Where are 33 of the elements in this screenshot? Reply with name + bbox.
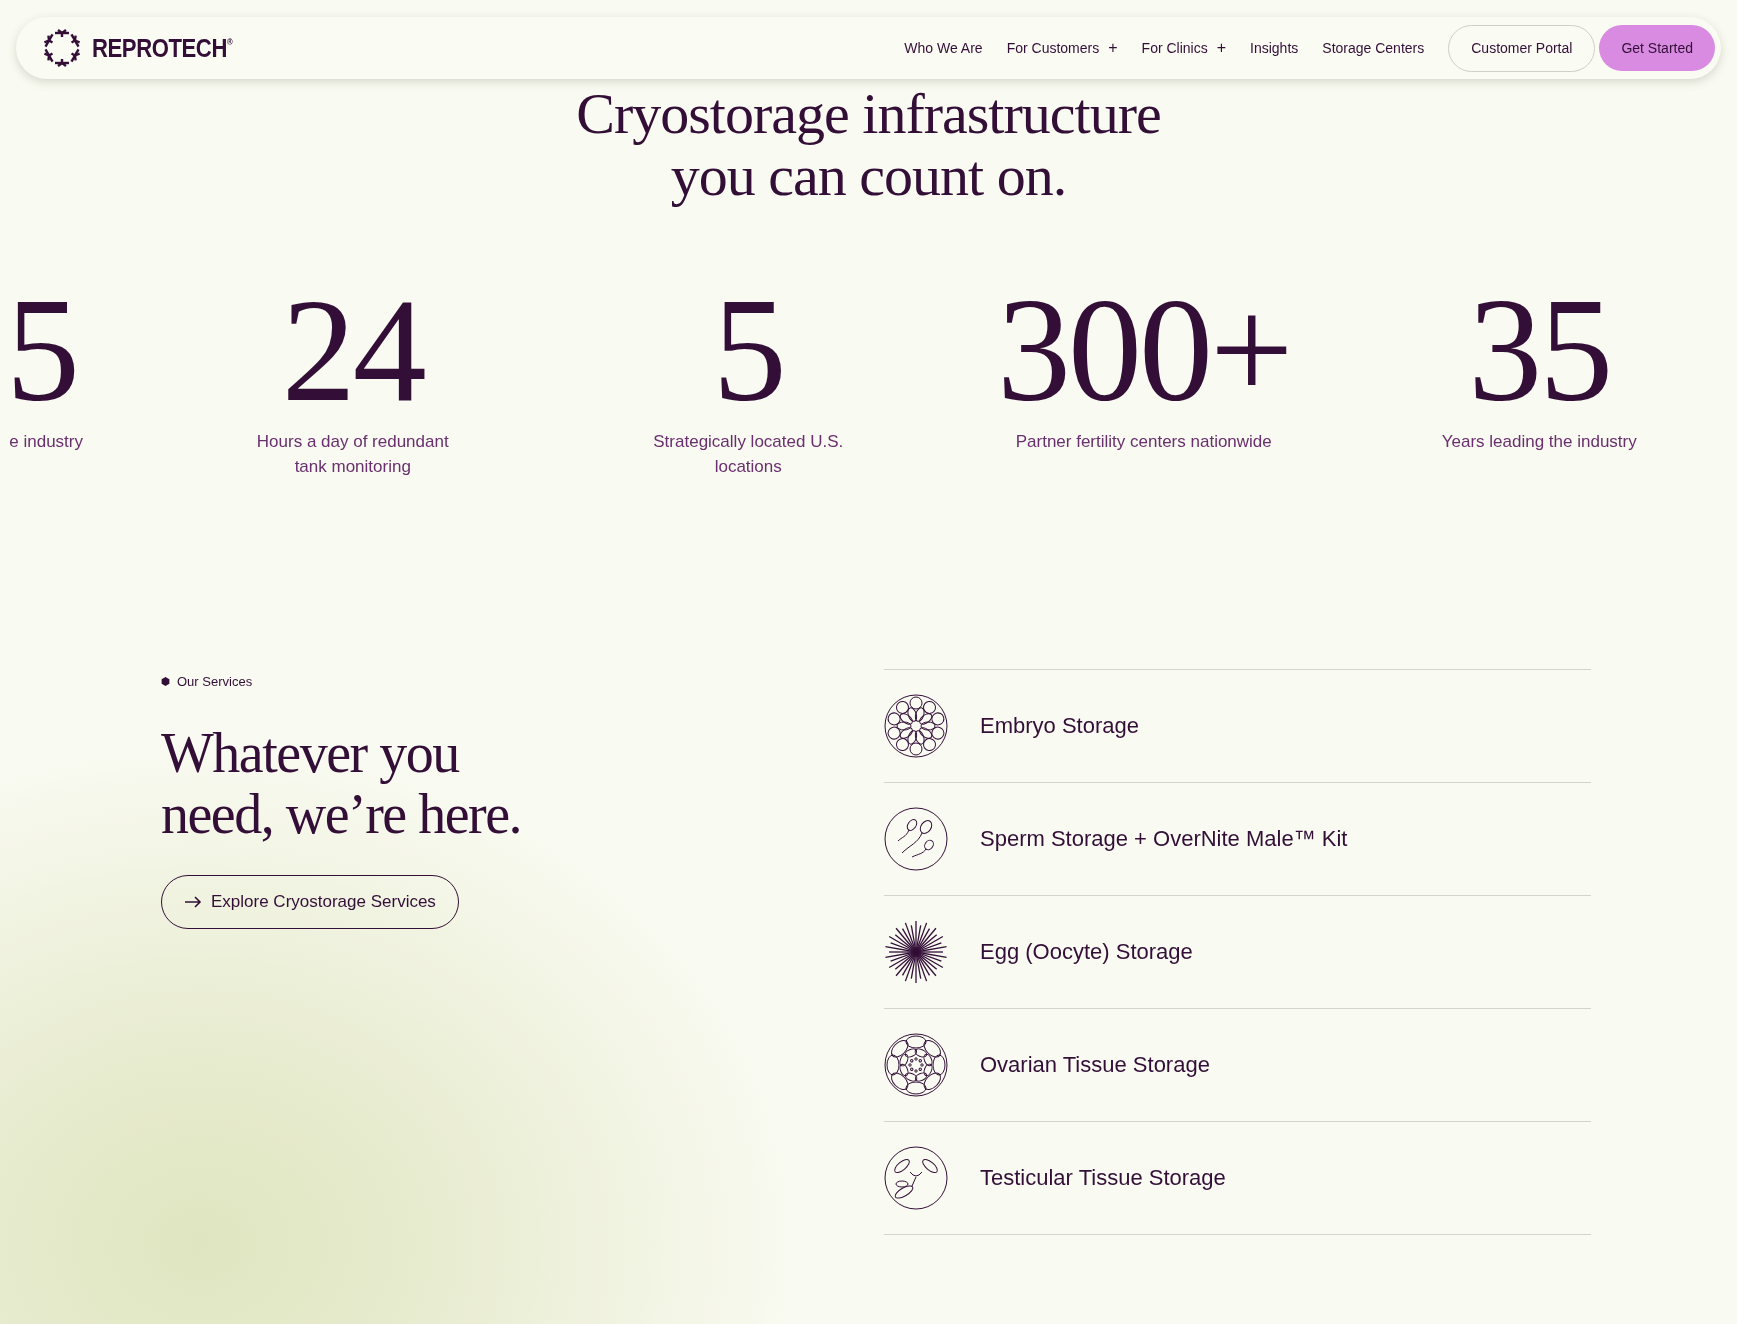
- stat-label: e industry: [9, 431, 83, 453]
- stat-number: 35: [1467, 285, 1612, 415]
- stat-number: 5: [711, 285, 785, 415]
- brand-name[interactable]: REPROTECH$^{®}$: [92, 32, 233, 64]
- stat-label: Partner fertility centers nationwide: [1015, 431, 1272, 453]
- snowflake-hexagon-icon: [42, 28, 82, 68]
- section-heading: Whatever you need, we’re here.: [161, 723, 523, 845]
- stat-label: Hours a day of redundant tank monitoring: [255, 431, 450, 478]
- bullet-icon: [161, 677, 170, 686]
- service-link[interactable]: Ovarian Tissue Storage: [980, 1052, 1210, 1078]
- sperm-cells-icon: [884, 807, 948, 871]
- get-started-button[interactable]: Get Started: [1599, 25, 1715, 71]
- cell-pattern-icon: [884, 1146, 948, 1210]
- stat-number: 5: [5, 285, 78, 415]
- cell-pattern-icon: [884, 694, 948, 758]
- nav-link[interactable]: Insights: [1250, 40, 1299, 56]
- service-link[interactable]: Testicular Tissue Storage: [980, 1165, 1226, 1191]
- nav-link[interactable]: Who We Are: [904, 40, 983, 56]
- stat-number: 24: [280, 285, 426, 415]
- stat-number: 300+: [996, 285, 1292, 415]
- stat-label: Years leading the industry: [1441, 431, 1637, 453]
- service-link[interactable]: Egg (Oocyte) Storage: [980, 939, 1193, 965]
- stat-label: Strategically located U.S. locations: [652, 431, 845, 478]
- service-link[interactable]: Embryo Storage: [980, 713, 1139, 739]
- nav-link[interactable]: Storage Centers: [1322, 40, 1425, 56]
- nav-link[interactable]: For Customers +: [1006, 39, 1118, 57]
- starburst-icon: [884, 920, 948, 984]
- service-link[interactable]: Sperm Storage + OverNite Male™ Kit: [980, 826, 1348, 852]
- arrow-right-icon: [184, 896, 202, 908]
- section-label: Our Services: [177, 674, 253, 689]
- hero-title: Cryostorage infrastructure you can count on.: [575, 83, 1162, 207]
- cell-pattern-icon: [884, 1033, 948, 1097]
- nav-link[interactable]: For Clinics +: [1141, 39, 1227, 57]
